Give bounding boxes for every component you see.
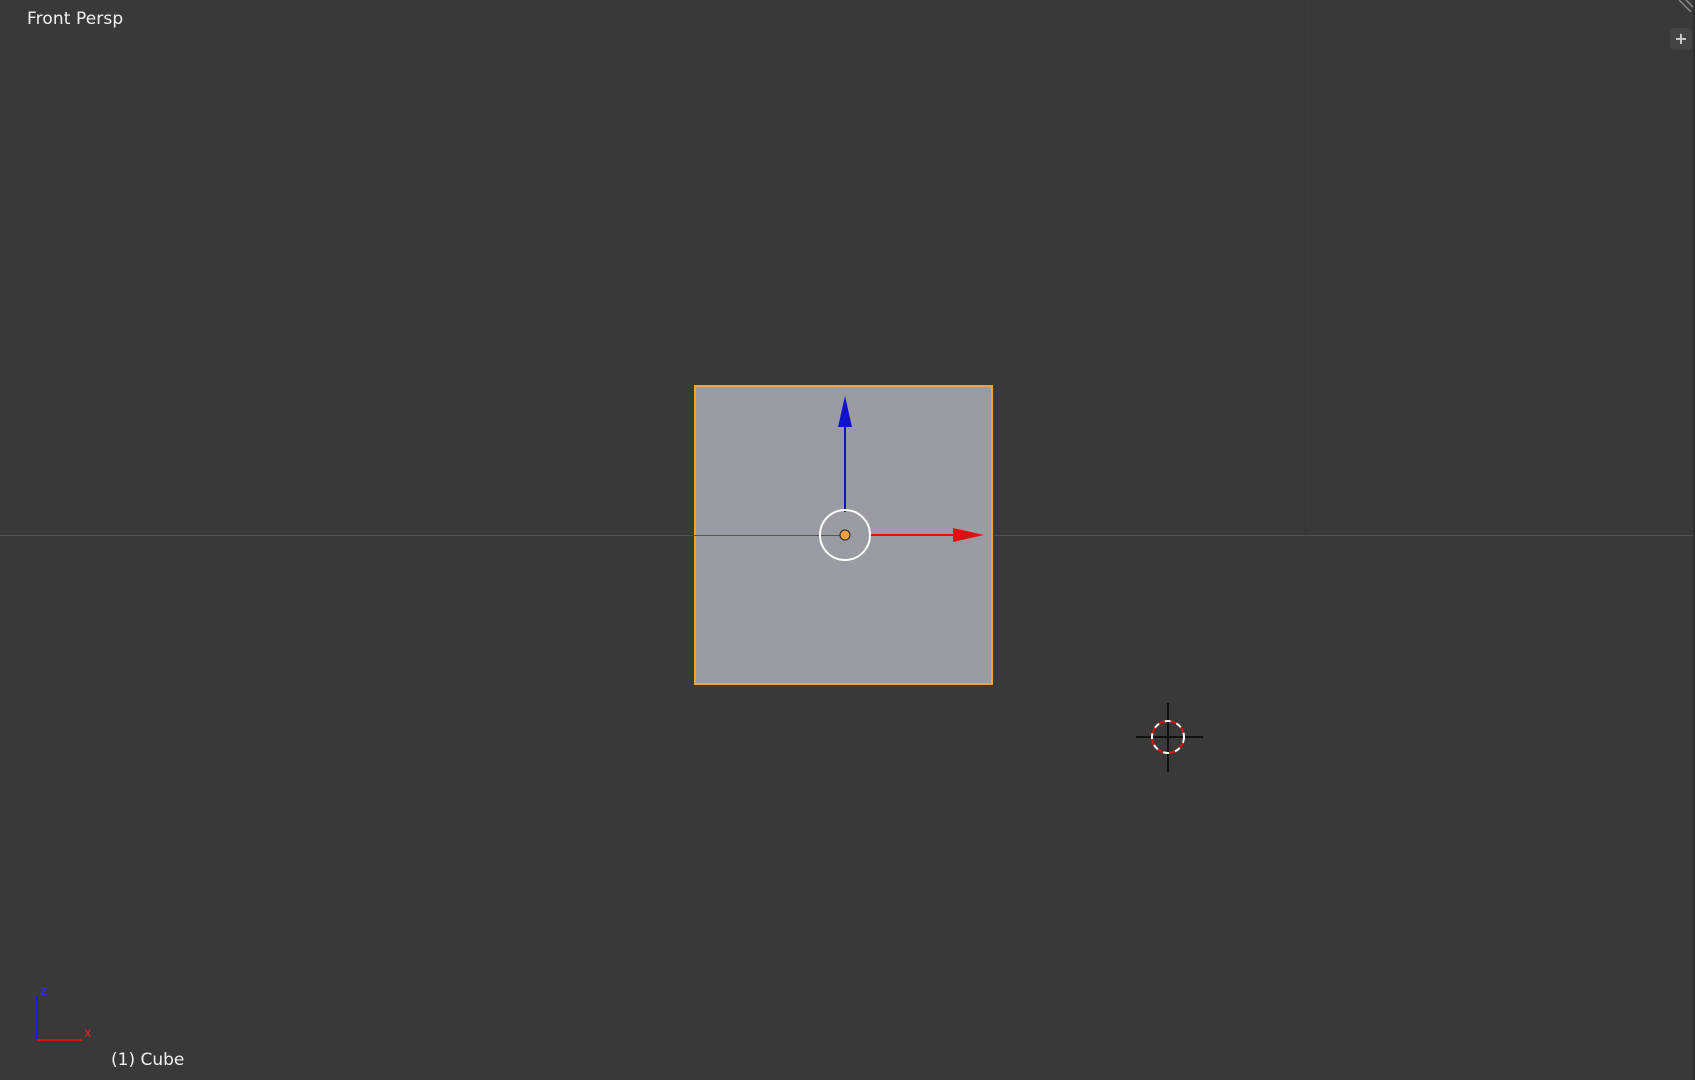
region-divider — [1305, 0, 1306, 535]
3d-viewport[interactable]: Front Persp + z x (1) Cube — [0, 0, 1695, 1080]
cube-horizon-line — [694, 535, 844, 536]
active-object-label: (1) Cube — [111, 1050, 185, 1070]
gizmo-x-label: x — [84, 1026, 92, 1041]
corner-drag-icon[interactable] — [1675, 0, 1693, 12]
gizmo-z-label: z — [40, 984, 47, 999]
view-label: Front Persp — [27, 9, 124, 29]
plus-icon[interactable]: + — [1670, 28, 1692, 50]
axis-gizmo: z x — [36, 984, 92, 1041]
3d-cursor-icon[interactable] — [1136, 703, 1203, 772]
